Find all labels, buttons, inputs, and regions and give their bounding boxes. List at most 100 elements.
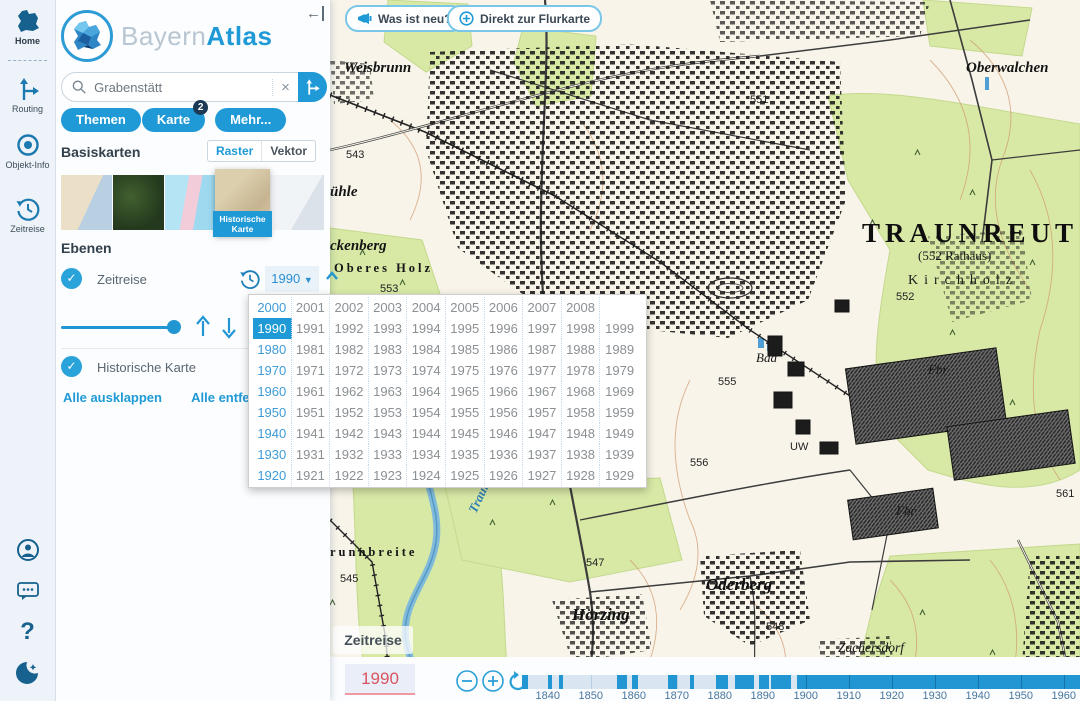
year-cell-1966[interactable]: 1966 [485, 381, 524, 402]
year-cell-1922[interactable]: 1922 [330, 465, 369, 486]
year-cell-1943[interactable]: 1943 [369, 423, 408, 444]
collapse-panel-icon[interactable]: ← [306, 6, 324, 21]
year-cell-1964[interactable]: 1964 [407, 381, 446, 402]
year-cell-1999[interactable]: 1999 [600, 318, 639, 339]
year-cell-1957[interactable]: 1957 [523, 402, 562, 423]
year-cell-1935[interactable]: 1935 [446, 444, 485, 465]
year-cell-1941[interactable]: 1941 [292, 423, 331, 444]
year-cell-1928[interactable]: 1928 [562, 465, 601, 486]
year-cell-1960[interactable]: 1960 [253, 381, 292, 402]
year-cell-1939[interactable]: 1939 [600, 444, 639, 465]
year-cell-2008[interactable]: 2008 [562, 297, 601, 318]
move-layer-up-button[interactable] [193, 315, 213, 339]
year-cell-1938[interactable]: 1938 [562, 444, 601, 465]
year-cell-2007[interactable]: 2007 [523, 297, 562, 318]
basemap-thumb-aerial[interactable] [113, 175, 164, 230]
year-cell-1993[interactable]: 1993 [369, 318, 408, 339]
basemap-thumb-historisch[interactable]: Historische Karte [215, 169, 270, 235]
year-cell-1942[interactable]: 1942 [330, 423, 369, 444]
year-cell-2005[interactable]: 2005 [446, 297, 485, 318]
year-cell-2004[interactable]: 2004 [407, 297, 446, 318]
year-cell-2003[interactable]: 2003 [369, 297, 408, 318]
year-cell-1953[interactable]: 1953 [369, 402, 408, 423]
year-cell-1967[interactable]: 1967 [523, 381, 562, 402]
year-cell-1951[interactable]: 1951 [292, 402, 331, 423]
year-cell-1930[interactable]: 1930 [253, 444, 292, 465]
year-cell-1971[interactable]: 1971 [292, 360, 331, 381]
zeitreise-checkbox[interactable]: ✓ [61, 268, 82, 289]
year-cell-2006[interactable]: 2006 [485, 297, 524, 318]
sidebar-item-zeitreise[interactable]: Zeitreise [0, 196, 55, 234]
year-cell-1932[interactable]: 1932 [330, 444, 369, 465]
year-cell-1973[interactable]: 1973 [369, 360, 408, 381]
year-cell-1997[interactable]: 1997 [523, 318, 562, 339]
year-cell-1990[interactable]: 1990 [253, 318, 292, 339]
year-cell-1976[interactable]: 1976 [485, 360, 524, 381]
year-cell-1969[interactable]: 1969 [600, 381, 639, 402]
year-cell-1925[interactable]: 1925 [446, 465, 485, 486]
year-cell-1958[interactable]: 1958 [562, 402, 601, 423]
year-cell-1940[interactable]: 1940 [253, 423, 292, 444]
search-clear-icon[interactable]: × [272, 79, 298, 96]
year-cell-1991[interactable]: 1991 [292, 318, 331, 339]
year-cell-1961[interactable]: 1961 [292, 381, 331, 402]
year-cell-1970[interactable]: 1970 [253, 360, 292, 381]
expand-all-link[interactable]: Alle ausklappen [63, 390, 162, 405]
year-cell-1975[interactable]: 1975 [446, 360, 485, 381]
timeline-bar[interactable] [522, 675, 1080, 689]
year-cell-1968[interactable]: 1968 [562, 381, 601, 402]
search-routing-button[interactable] [298, 72, 327, 102]
year-cell-1921[interactable]: 1921 [292, 465, 331, 486]
basemap-thumb-topo[interactable] [165, 175, 216, 230]
year-cell-1959[interactable]: 1959 [600, 402, 639, 423]
year-cell-1920[interactable]: 1920 [253, 465, 292, 486]
historische-karte-checkbox[interactable]: ✓ [61, 356, 82, 377]
raster-option[interactable]: Raster [208, 141, 261, 161]
help-button[interactable]: ? [0, 618, 55, 646]
feedback-button[interactable] [0, 580, 55, 602]
year-cell-1985[interactable]: 1985 [446, 339, 485, 360]
timeline-current-year[interactable]: 1990 [345, 664, 415, 695]
year-cell-1954[interactable]: 1954 [407, 402, 446, 423]
opacity-slider-track[interactable] [61, 326, 175, 329]
year-cell-1945[interactable]: 1945 [446, 423, 485, 444]
year-dropdown[interactable]: 1990 ▼ [265, 266, 319, 292]
year-cell-1986[interactable]: 1986 [485, 339, 524, 360]
year-cell-1933[interactable]: 1933 [369, 444, 408, 465]
year-cell-1963[interactable]: 1963 [369, 381, 408, 402]
year-cell-1927[interactable]: 1927 [523, 465, 562, 486]
year-cell-1984[interactable]: 1984 [407, 339, 446, 360]
year-cell-1949[interactable]: 1949 [600, 423, 639, 444]
year-cell-2001[interactable]: 2001 [292, 297, 331, 318]
account-button[interactable] [0, 538, 55, 562]
chevron-up-icon[interactable] [325, 271, 339, 281]
year-cell-1979[interactable]: 1979 [600, 360, 639, 381]
year-cell-1952[interactable]: 1952 [330, 402, 369, 423]
year-cell-1998[interactable]: 1998 [562, 318, 601, 339]
search-input[interactable] [92, 79, 272, 96]
sidebar-item-objekt-info[interactable]: Objekt-Info [0, 132, 55, 170]
year-cell-1947[interactable]: 1947 [523, 423, 562, 444]
timeline-zoom-in-button[interactable] [481, 669, 505, 693]
year-cell-1923[interactable]: 1923 [369, 465, 408, 486]
year-cell-1955[interactable]: 1955 [446, 402, 485, 423]
timeline-zoom-out-button[interactable] [455, 669, 479, 693]
flurkarte-button[interactable]: Direkt zur Flurkarte [447, 5, 602, 32]
year-cell-1972[interactable]: 1972 [330, 360, 369, 381]
sidebar-item-routing[interactable]: Routing [0, 76, 55, 114]
year-cell-1946[interactable]: 1946 [485, 423, 524, 444]
year-cell-1926[interactable]: 1926 [485, 465, 524, 486]
year-cell-1989[interactable]: 1989 [600, 339, 639, 360]
year-cell-2002[interactable]: 2002 [330, 297, 369, 318]
tab-themen[interactable]: Themen [61, 108, 141, 132]
year-cell-1948[interactable]: 1948 [562, 423, 601, 444]
year-cell-1924[interactable]: 1924 [407, 465, 446, 486]
year-cell-1980[interactable]: 1980 [253, 339, 292, 360]
year-cell-1962[interactable]: 1962 [330, 381, 369, 402]
basemap-thumb-standard[interactable] [61, 175, 112, 230]
dark-mode-button[interactable] [0, 660, 55, 686]
year-cell-1981[interactable]: 1981 [292, 339, 331, 360]
year-cell-1965[interactable]: 1965 [446, 381, 485, 402]
whats-new-button[interactable]: Was ist neu? [345, 5, 464, 32]
basemap-thumb-light[interactable] [273, 175, 324, 230]
